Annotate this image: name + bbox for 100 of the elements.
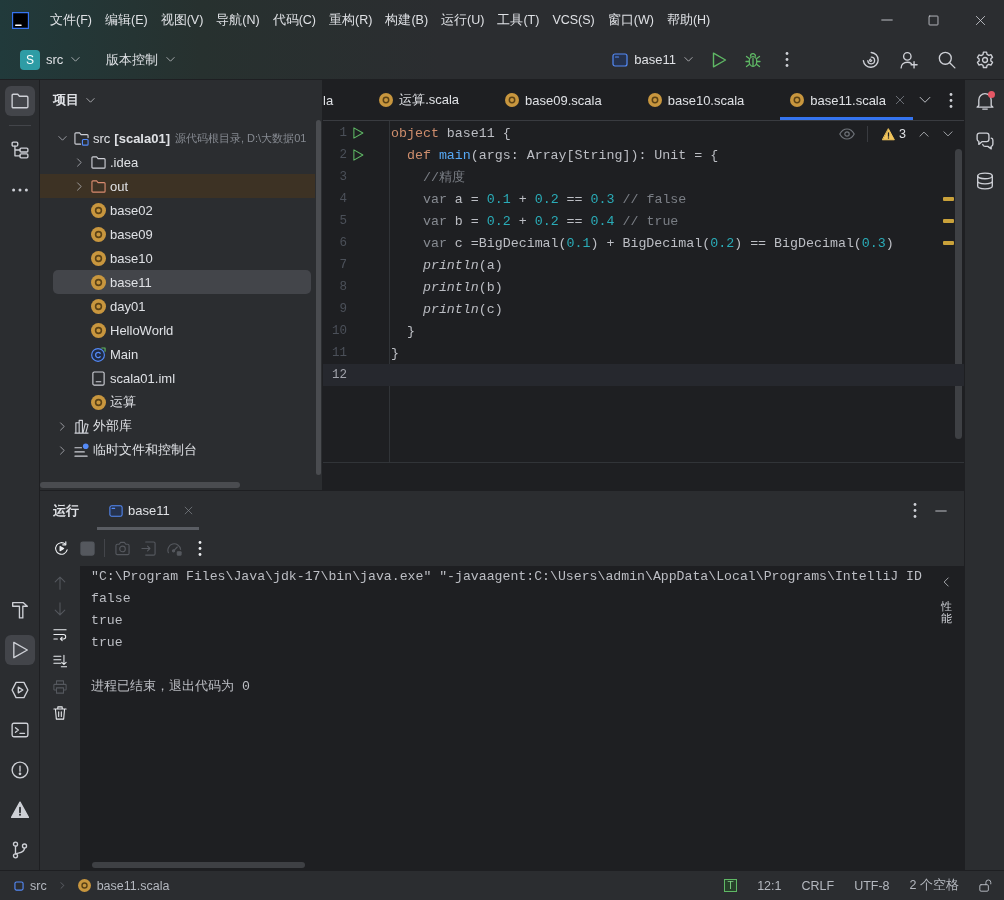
more-icon	[785, 52, 789, 67]
run-configuration-selector[interactable]: base11	[606, 45, 699, 74]
menu-item[interactable]: 导航(N)	[210, 7, 266, 33]
hexagon-play-icon	[10, 681, 29, 699]
code-line: }	[405, 323, 415, 339]
menu-item[interactable]: 编辑(E)	[98, 7, 154, 33]
side-tab[interactable]: 性能	[940, 600, 952, 625]
code-line: println(b)	[421, 279, 503, 295]
folder-icon	[91, 154, 106, 170]
tree-item[interactable]: day01	[40, 294, 315, 318]
menu-item[interactable]: VCS(S)	[546, 7, 601, 33]
run-tool-button[interactable]	[4, 635, 35, 665]
tree-item[interactable]: 运算	[40, 390, 315, 414]
console-line: true	[91, 612, 124, 630]
editor-tab[interactable]: base10.scala	[637, 80, 781, 120]
folder-icon	[10, 92, 29, 110]
line-separator-selector[interactable]: CRLF	[801, 878, 835, 893]
maximize-icon	[928, 14, 939, 26]
menu-item[interactable]: 重构(R)	[323, 7, 379, 33]
scrollbar-thumb[interactable]	[40, 482, 240, 488]
exclamation-circle-icon	[10, 761, 29, 779]
scrollbar-thumb[interactable]	[316, 120, 321, 475]
object-file-icon	[91, 298, 106, 314]
tree-item[interactable]: base09	[40, 222, 315, 246]
tree-item[interactable]: 外部库	[40, 414, 315, 438]
scrollbar-thumb[interactable]	[92, 862, 305, 868]
file-icon	[91, 370, 106, 386]
caret-position[interactable]: 12:1	[757, 878, 782, 893]
close-icon[interactable]	[895, 95, 905, 105]
project-widget[interactable]: S src	[14, 45, 87, 74]
code-line: }	[390, 345, 399, 361]
editor-tab[interactable]: 运算.scala	[369, 80, 496, 120]
close-icon	[975, 14, 986, 26]
scrollbar-thumb[interactable]	[955, 149, 962, 439]
code-line: println(c)	[421, 301, 503, 317]
tree-item[interactable]: base02	[40, 198, 315, 222]
structure-icon	[10, 141, 29, 159]
chevron-down-icon	[943, 129, 953, 139]
more-icon	[949, 92, 953, 108]
panel-title: 运行	[53, 501, 79, 520]
menu-item[interactable]: 代码(C)	[266, 7, 323, 33]
menu-item[interactable]: 构建(B)	[379, 7, 435, 33]
code-line: println(a)	[421, 257, 503, 273]
object-file-icon	[91, 226, 106, 242]
add-user-icon	[900, 50, 918, 69]
editor-tab[interactable]: base11.scala	[780, 80, 913, 120]
encoding-selector[interactable]: UTF-8	[854, 878, 890, 893]
project-badge: S	[20, 49, 40, 70]
vcs-widget[interactable]: 版本控制	[100, 45, 182, 74]
object-file-icon	[91, 250, 106, 266]
menu-item[interactable]: 文件(F)	[44, 7, 98, 33]
run-icon[interactable]	[352, 149, 364, 161]
menu-item[interactable]: 运行(U)	[435, 7, 491, 33]
chevron-right-icon	[58, 881, 66, 890]
chevron-down-icon	[919, 94, 931, 106]
tree-item[interactable]: out	[40, 174, 315, 198]
tree-item[interactable]: HelloWorld	[40, 318, 315, 342]
chevron-left-icon	[941, 577, 951, 587]
read-only-toggle[interactable]	[979, 879, 992, 892]
run-tab[interactable]: base11	[97, 491, 199, 530]
close-icon[interactable]	[183, 506, 193, 515]
class-file-icon	[91, 346, 106, 362]
chevron-down-icon	[166, 55, 176, 64]
object-file-icon	[790, 93, 805, 107]
line-number: 12	[331, 368, 347, 382]
plugin-badge[interactable]: T	[724, 879, 738, 892]
tree-item[interactable]: base10	[40, 246, 315, 270]
terminal-icon	[10, 721, 29, 739]
menu-item[interactable]: 视图(V)	[154, 7, 210, 33]
run-icon[interactable]	[352, 127, 364, 139]
chevron-down-icon	[71, 55, 81, 64]
tree-item[interactable]: base11	[40, 270, 315, 294]
warnings-counter[interactable]: 3	[878, 124, 910, 144]
editor-tab[interactable]: base09.scala	[495, 80, 638, 120]
object-file-icon	[91, 322, 106, 338]
menu-item[interactable]: 工具(T)	[491, 7, 546, 33]
indent-selector[interactable]: 2 个空格	[909, 877, 959, 894]
menu-item[interactable]: 窗口(W)	[601, 7, 660, 33]
tree-item[interactable]: 临时文件和控制台	[40, 438, 315, 462]
minimize-icon	[880, 19, 893, 21]
object-file-icon	[647, 93, 662, 107]
warning-icon	[882, 127, 896, 141]
bug-icon	[745, 51, 761, 68]
project-view-selector[interactable]: 项目	[53, 91, 95, 109]
more-icon	[913, 503, 917, 518]
settings-icon	[976, 50, 994, 69]
breadcrumb[interactable]: base11.scala	[77, 878, 170, 893]
tree-item[interactable]: src [scala01] 源代码根目录, D:\大数据01	[40, 126, 315, 150]
hammer-icon	[10, 601, 29, 619]
project-tool-button[interactable]	[4, 86, 35, 116]
editor-tab[interactable]: la	[323, 80, 370, 120]
breadcrumb[interactable]: src	[14, 878, 47, 893]
console-line: 进程已结束，退出代码为 0	[91, 678, 251, 696]
database-icon	[975, 172, 994, 190]
code-line: object base11 {	[390, 125, 511, 141]
play-icon	[10, 641, 29, 659]
tree-item[interactable]: .idea	[40, 150, 315, 174]
tree-item[interactable]: scala01.iml	[40, 366, 315, 390]
tree-item[interactable]: Main	[40, 342, 315, 366]
menu-item[interactable]: 帮助(H)	[660, 7, 717, 33]
